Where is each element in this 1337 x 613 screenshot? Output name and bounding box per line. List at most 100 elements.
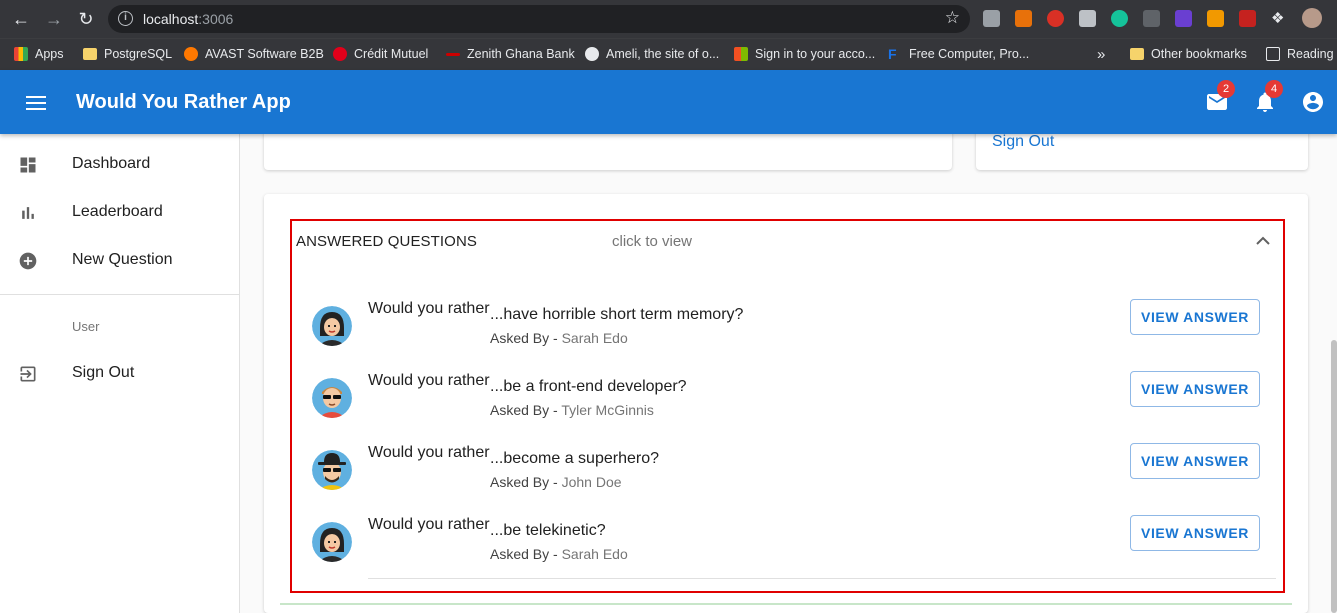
extension-stop-icon[interactable] bbox=[1047, 10, 1064, 27]
app-title: Would You Rather App bbox=[76, 91, 291, 113]
view-answer-button[interactable]: VIEW ANSWER bbox=[1130, 299, 1260, 335]
bookmarks-overflow[interactable]: » bbox=[1097, 45, 1105, 63]
view-answer-button[interactable]: VIEW ANSWER bbox=[1130, 443, 1260, 479]
extension-shield-icon[interactable] bbox=[983, 10, 1000, 27]
drawer-item-label: Sign Out bbox=[72, 364, 135, 381]
drawer-item-label: Dashboard bbox=[72, 155, 151, 172]
back-arrow-icon[interactable]: ← bbox=[9, 8, 33, 30]
extensions-puzzle-icon[interactable]: ❖ bbox=[1271, 10, 1288, 27]
sign-out-link[interactable]: Sign Out bbox=[992, 133, 1054, 151]
panel-title[interactable]: ANSWERED QUESTIONS bbox=[296, 233, 477, 250]
reload-icon[interactable]: ↻ bbox=[74, 8, 98, 30]
bookmark-postgresql[interactable]: PostgreSQL bbox=[83, 45, 172, 63]
extension-purple-icon[interactable] bbox=[1175, 10, 1192, 27]
bookmark-ameli[interactable]: Ameli, the site of o... bbox=[585, 45, 719, 63]
panel-divider bbox=[280, 603, 1292, 605]
url-host: localhost bbox=[143, 11, 199, 27]
grammarly-icon[interactable] bbox=[1111, 10, 1128, 27]
other-bookmarks[interactable]: Other bookmarks bbox=[1130, 45, 1247, 63]
url-text[interactable]: localhost:3006 bbox=[143, 11, 233, 27]
bookmark-star-icon[interactable]: ☆ bbox=[945, 8, 960, 28]
notification-badge: 4 bbox=[1265, 80, 1283, 98]
bookmark-avast[interactable]: AVAST Software B2B bbox=[184, 45, 324, 63]
bookmark-free-computer[interactable]: F Free Computer, Pro... bbox=[888, 45, 1029, 63]
bookmark-label: Free Computer, Pro... bbox=[909, 47, 1030, 61]
bookmark-apps[interactable]: Apps bbox=[14, 45, 64, 63]
author-name: Tyler McGinnis bbox=[561, 402, 654, 418]
extension-pen-icon[interactable] bbox=[1143, 10, 1160, 27]
mail-badge: 2 bbox=[1217, 80, 1235, 98]
asked-by-label: Asked By - bbox=[490, 546, 562, 562]
chevron-up-icon[interactable] bbox=[1256, 236, 1270, 246]
drawer-item-leaderboard[interactable]: Leaderboard bbox=[0, 189, 239, 237]
drawer-item-label: Leaderboard bbox=[72, 203, 163, 220]
question-text: ...become a superhero? bbox=[490, 450, 659, 467]
view-answer-button[interactable]: VIEW ANSWER bbox=[1130, 515, 1260, 551]
asked-by-label: Asked By - bbox=[490, 474, 562, 490]
f-icon: F bbox=[888, 46, 897, 62]
drawer-item-sign-out[interactable]: Sign Out bbox=[0, 350, 239, 398]
question-text: ...be a front-end developer? bbox=[490, 378, 687, 395]
mail-button[interactable]: 2 bbox=[1205, 80, 1235, 114]
question-text: ...have horrible short term memory? bbox=[490, 306, 744, 323]
wyr-prefix: Would you rather bbox=[368, 516, 490, 533]
browser-chrome: ← → ↻ i localhost:3006 ☆ ❖ Apps PostgreS… bbox=[0, 0, 1337, 70]
folder-icon bbox=[83, 48, 97, 60]
add-circle-icon bbox=[19, 252, 37, 270]
forward-arrow-icon[interactable]: → bbox=[42, 8, 66, 30]
view-answer-button[interactable]: VIEW ANSWER bbox=[1130, 371, 1260, 407]
profile-avatar[interactable] bbox=[1302, 8, 1322, 28]
author-name: John Doe bbox=[561, 474, 622, 490]
wyr-prefix: Would you rather bbox=[368, 372, 490, 389]
page-scrollbar[interactable] bbox=[1331, 340, 1337, 613]
bookmark-credit-mutuel[interactable]: Crédit Mutuel bbox=[333, 45, 428, 63]
address-bar[interactable]: i localhost:3006 ☆ bbox=[108, 5, 970, 33]
bar-chart-icon bbox=[22, 207, 34, 219]
asked-by-label: Asked By - bbox=[490, 402, 562, 418]
extension-off-icon[interactable] bbox=[1207, 10, 1224, 27]
asked-by: Asked By - Sarah Edo bbox=[490, 330, 628, 346]
author-name: Sarah Edo bbox=[561, 546, 628, 562]
other-bookmarks-label: Other bookmarks bbox=[1151, 47, 1247, 61]
reading-list[interactable]: Reading bbox=[1266, 45, 1334, 63]
panel-hint: click to view bbox=[612, 233, 693, 250]
menu-icon[interactable] bbox=[26, 96, 46, 110]
female-avatar bbox=[312, 522, 352, 562]
bookmark-label: AVAST Software B2B bbox=[205, 47, 324, 61]
credit-mutuel-icon bbox=[333, 47, 347, 61]
bookmark-microsoft[interactable]: Sign in to your acco... bbox=[734, 45, 875, 63]
dashboard-icon bbox=[20, 157, 36, 173]
browser-toolbar: ← → ↻ i localhost:3006 ☆ ❖ bbox=[0, 0, 1337, 38]
question-row: Would you rather ...become a superhero? … bbox=[306, 443, 1276, 508]
female-avatar bbox=[312, 306, 352, 346]
male-hat-avatar bbox=[312, 450, 352, 490]
bookmark-label: Crédit Mutuel bbox=[354, 47, 429, 61]
question-row: Would you rather ...have horrible short … bbox=[306, 299, 1276, 364]
asked-by: Asked By - Tyler McGinnis bbox=[490, 402, 654, 418]
list-divider bbox=[368, 578, 1276, 579]
question-row: Would you rather ...be a front-end devel… bbox=[306, 371, 1276, 436]
extension-red-icon[interactable] bbox=[1239, 10, 1256, 27]
notifications-button[interactable]: 4 bbox=[1253, 80, 1283, 114]
bookmark-zenith[interactable]: Zenith Ghana Bank bbox=[446, 45, 575, 63]
drawer-item-new-question[interactable]: New Question bbox=[0, 237, 239, 285]
asked-by: Asked By - John Doe bbox=[490, 474, 622, 490]
info-icon[interactable]: i bbox=[118, 11, 133, 26]
question-text: ...be telekinetic? bbox=[490, 522, 606, 539]
navigation-drawer: Dashboard Leaderboard New Question User … bbox=[0, 134, 240, 613]
bookmarks-bar: Apps PostgreSQL AVAST Software B2B Crédi… bbox=[0, 38, 1337, 70]
zenith-icon bbox=[446, 52, 460, 56]
bookmark-label: PostgreSQL bbox=[104, 47, 173, 61]
url-port: :3006 bbox=[198, 11, 234, 27]
drawer-item-dashboard[interactable]: Dashboard bbox=[0, 141, 239, 189]
wyr-prefix: Would you rather bbox=[368, 300, 490, 317]
apps-grid-icon bbox=[14, 47, 28, 61]
account-circle-icon bbox=[1303, 92, 1323, 112]
extension-key-icon[interactable] bbox=[1015, 10, 1032, 27]
asked-by-label: Asked By - bbox=[490, 330, 562, 346]
account-button[interactable] bbox=[1301, 90, 1325, 114]
avast-icon bbox=[184, 47, 198, 61]
author-name: Sarah Edo bbox=[561, 330, 628, 346]
question-row: Would you rather ...be telekinetic? Aske… bbox=[306, 515, 1276, 580]
extension-shield2-icon[interactable] bbox=[1079, 10, 1096, 27]
